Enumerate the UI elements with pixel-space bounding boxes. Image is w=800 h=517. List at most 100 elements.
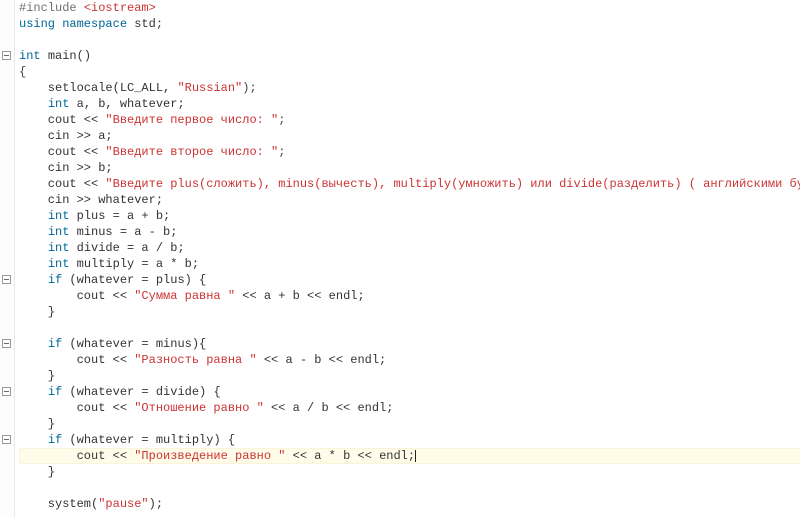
token-ident: << a - b << endl;: [257, 353, 387, 367]
code-line[interactable]: int plus = a + b;: [19, 208, 800, 224]
token-ident: << a * b << endl;: [285, 449, 415, 463]
code-line[interactable]: cout << "Сумма равна " << a + b << endl;: [19, 288, 800, 304]
code-line[interactable]: if (whatever = divide) {: [19, 384, 800, 400]
token-ident: );: [149, 497, 163, 511]
token-ident: system(: [19, 497, 98, 511]
code-line[interactable]: if (whatever = minus){: [19, 336, 800, 352]
code-line[interactable]: int a, b, whatever;: [19, 96, 800, 112]
code-line[interactable]: [19, 320, 800, 336]
token-type: int: [48, 241, 77, 255]
code-line[interactable]: }: [19, 464, 800, 480]
code-line[interactable]: int multiply = a * b;: [19, 256, 800, 272]
token-str: "Сумма равна ": [134, 289, 235, 303]
code-line[interactable]: cout << "Разность равна " << a - b << en…: [19, 352, 800, 368]
fold-gutter[interactable]: [0, 0, 15, 517]
token-kw: if: [48, 337, 70, 351]
code-line[interactable]: setlocale(LC_ALL, "Russian");: [19, 80, 800, 96]
token-punct: ;: [278, 145, 285, 159]
code-line[interactable]: }: [19, 304, 800, 320]
token-ident: (whatever = multiply) {: [69, 433, 235, 447]
token-ident: cin >> b;: [19, 161, 113, 175]
token-ident: [19, 209, 48, 223]
token-ident: [19, 337, 48, 351]
code-line[interactable]: }: [19, 416, 800, 432]
token-ident: minus = a - b;: [77, 225, 178, 239]
token-ident: (whatever = plus) {: [69, 273, 206, 287]
code-line[interactable]: int main(): [19, 48, 800, 64]
code-line[interactable]: using namespace std;: [19, 16, 800, 32]
code-line[interactable]: #include <iostream>: [19, 0, 800, 16]
token-ident: [19, 385, 48, 399]
token-punct: {: [19, 65, 26, 79]
token-ident: [19, 257, 48, 271]
token-str: "Введите plus(сложить), minus(вычесть), …: [105, 177, 800, 191]
fold-toggle[interactable]: [2, 51, 11, 60]
code-line[interactable]: {: [19, 64, 800, 80]
code-line[interactable]: int divide = a / b;: [19, 240, 800, 256]
token-str: "Russian": [177, 81, 242, 95]
token-ident: }: [19, 305, 55, 319]
token-ident: multiply = a * b;: [77, 257, 199, 271]
token-type: int: [48, 257, 77, 271]
code-line[interactable]: cin >> whatever;: [19, 192, 800, 208]
token-ident: a, b, whatever;: [77, 97, 185, 111]
code-line[interactable]: if (whatever = multiply) {: [19, 432, 800, 448]
token-str: "Введите первое число: ": [105, 113, 278, 127]
code-line[interactable]: [19, 480, 800, 496]
code-line[interactable]: cin >> a;: [19, 128, 800, 144]
code-area[interactable]: #include <iostream>using namespace std;i…: [15, 0, 800, 517]
token-ident: cout <<: [19, 353, 134, 367]
token-ident: [19, 97, 48, 111]
code-line[interactable]: cout << "Введите первое число: ";: [19, 112, 800, 128]
code-line[interactable]: cin >> b;: [19, 160, 800, 176]
token-ident: << a / b << endl;: [264, 401, 394, 415]
token-dir: #include: [19, 1, 84, 15]
token-kw: using namespace: [19, 17, 134, 31]
token-ident: setlocale(LC_ALL,: [19, 81, 177, 95]
fold-toggle[interactable]: [2, 275, 11, 284]
token-ident: cout <<: [19, 289, 134, 303]
code-line[interactable]: int minus = a - b;: [19, 224, 800, 240]
token-str: "Произведение равно ": [134, 449, 285, 463]
code-line[interactable]: cout << "Введите plus(сложить), minus(вы…: [19, 176, 800, 192]
token-kw: if: [48, 433, 70, 447]
token-str: "Разность равна ": [134, 353, 256, 367]
token-str: "Введите второе число: ": [105, 145, 278, 159]
token-ident: [19, 241, 48, 255]
token-ident: }: [19, 369, 55, 383]
fold-toggle[interactable]: [2, 387, 11, 396]
token-ident: divide = a / b;: [77, 241, 185, 255]
token-str: "Отношение равно ": [134, 401, 264, 415]
code-line[interactable]: cout << "Отношение равно " << a / b << e…: [19, 400, 800, 416]
token-punct: );: [242, 81, 256, 95]
token-ident: std: [134, 17, 156, 31]
code-line[interactable]: [19, 32, 800, 48]
code-line[interactable]: cout << "Введите второе число: ";: [19, 144, 800, 160]
token-kw: if: [48, 385, 70, 399]
token-str: "pause": [98, 497, 148, 511]
code-line[interactable]: [19, 512, 800, 517]
token-ident: cout <<: [19, 113, 105, 127]
token-ident: cin >> a;: [19, 129, 113, 143]
token-type: int: [48, 209, 77, 223]
code-line[interactable]: cout << "Произведение равно " << a * b <…: [19, 448, 800, 464]
fold-toggle[interactable]: [2, 435, 11, 444]
token-type: int: [48, 97, 77, 111]
token-ident: main(): [48, 49, 91, 63]
token-kw: if: [48, 273, 70, 287]
token-ident: << a + b << endl;: [235, 289, 365, 303]
token-punct: ;: [156, 17, 163, 31]
code-line[interactable]: if (whatever = plus) {: [19, 272, 800, 288]
code-line[interactable]: system("pause");: [19, 496, 800, 512]
token-ident: cout <<: [19, 177, 105, 191]
token-punct: ;: [278, 113, 285, 127]
code-line[interactable]: }: [19, 368, 800, 384]
token-ident: }: [19, 417, 55, 431]
token-ident: [19, 225, 48, 239]
text-caret: [415, 450, 416, 462]
token-ident: [19, 273, 48, 287]
token-ident: }: [19, 465, 55, 479]
code-editor[interactable]: #include <iostream>using namespace std;i…: [0, 0, 800, 517]
fold-toggle[interactable]: [2, 339, 11, 348]
token-ident: cout <<: [19, 449, 134, 463]
